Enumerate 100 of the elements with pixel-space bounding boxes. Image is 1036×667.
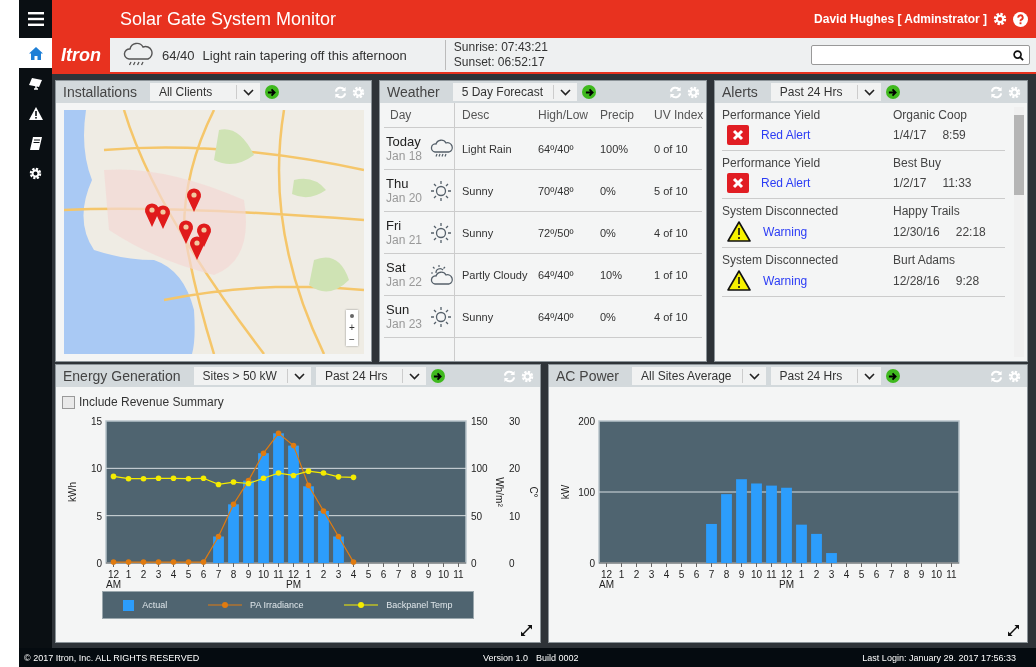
axis-title: kWh (67, 482, 78, 502)
alert-time: 8:59 (942, 128, 966, 142)
tick-label: 3 (648, 569, 655, 580)
version-text: Version 1.0 (483, 652, 529, 663)
dropdown[interactable]: Past 24 Hrs (770, 367, 881, 385)
tick-label: 0 (96, 558, 102, 569)
tick-label: 9 (918, 569, 925, 580)
tick-label: 150 (471, 416, 488, 427)
axis-title: C° (528, 486, 539, 498)
tick-label: 4 (843, 569, 850, 580)
tick-label: 9 (245, 569, 252, 580)
tick-label: 5 (858, 569, 865, 580)
dropdown[interactable]: Past 24 Hrs (770, 83, 881, 101)
panel-title: AC Power (556, 368, 620, 384)
sunrise-text: Sunrise: 07:43:21 (453, 40, 548, 55)
build-text: Build 0002 (536, 652, 579, 663)
tick-label: 0 (471, 558, 477, 569)
tick-label: 10 (90, 463, 102, 475)
sunset-text: Sunset: 06:52:17 (453, 55, 546, 70)
tick-label: 2 (140, 569, 147, 580)
tick-label: 12 PM (286, 569, 301, 590)
alert-time: 9:28 (955, 273, 980, 288)
tick-label: 4 (663, 569, 670, 580)
tick-label: 1 (618, 569, 625, 580)
table-cell-text: 4 of 10 (653, 310, 689, 323)
day-date: Jan 21 (386, 233, 424, 247)
dropdown[interactable]: All Clients (149, 83, 260, 101)
table-cell-text: 64º/40º (538, 310, 575, 323)
panel-title: Installations (63, 84, 137, 100)
alert-status-link[interactable]: Red Alert (761, 128, 811, 142)
alert-status-link[interactable]: Red Alert (761, 176, 811, 190)
legend-label: Actual (142, 600, 168, 610)
tick-label: 10 (437, 569, 450, 580)
tick-label: 11 (453, 569, 464, 580)
tick-label: 8 (230, 569, 237, 580)
logo: Itron (60, 43, 102, 67)
tick-label: 100 (578, 487, 595, 498)
zoom-out-button[interactable]: − (346, 334, 358, 346)
axis-title: kW (560, 484, 571, 500)
tick-label: 3 (828, 569, 835, 580)
tick-label: 9 (425, 569, 432, 580)
axis-title: Wh/m² (494, 477, 505, 507)
tick-label: 1 (798, 569, 805, 580)
site-name: Happy Trails (893, 204, 961, 218)
tick-label: 1 (305, 569, 312, 580)
tick-label: 200 (578, 416, 595, 427)
dropdown[interactable]: Sites > 50 kW (193, 367, 311, 385)
tick-label: 50 (471, 510, 483, 522)
user-name: David Hughes [ Adminstrator ] (814, 12, 987, 26)
dropdown[interactable]: 5 Day Forecast (452, 83, 578, 101)
tick-label: 10 (509, 510, 521, 522)
tick-label: 3 (155, 569, 162, 580)
alert-time: 22:18 (955, 224, 986, 239)
day-name: Sat (386, 260, 407, 275)
zoom-in-button[interactable]: + (346, 322, 358, 334)
table-cell-text: 70º/48º (538, 184, 575, 197)
panel-title: Weather (387, 84, 440, 100)
tick-label: 5 (678, 569, 685, 580)
tick-label: 6 (873, 569, 880, 580)
day-date: Jan 18 (386, 149, 424, 163)
tick-label: 3 (335, 569, 342, 580)
tick-label: 11 (766, 569, 777, 580)
tick-label: 2 (320, 569, 327, 580)
dropdown[interactable]: Past 24 Hrs (315, 367, 426, 385)
day-date: Jan 23 (386, 317, 424, 331)
site-name: Best Buy (893, 156, 943, 170)
legend-label: PA Irradiance (250, 600, 304, 610)
site-name: Burt Adams (893, 253, 957, 267)
column-header: Desc (461, 108, 491, 122)
panel-title: Energy Generation (63, 368, 181, 384)
day-date: Jan 20 (386, 191, 424, 205)
last-login-text: Last Login: January 29. 2017 17:56:33 (862, 652, 1016, 663)
tick-label: 10 (257, 569, 270, 580)
tick-label: 6 (380, 569, 387, 580)
forecast-text: Light rain tapering off this afternoon (202, 47, 407, 63)
tick-label: 12 AM (106, 569, 121, 590)
copyright-text: © 2017 Itron, Inc. ALL RIGHTS RESERVED (24, 652, 200, 663)
tick-label: 4 (170, 569, 177, 580)
alert-date: 1/2/17 (893, 176, 927, 190)
alert-status-link[interactable]: Warning (763, 224, 808, 239)
table-cell-text: Partly Cloudy (461, 268, 529, 281)
day-date: Jan 22 (386, 275, 424, 289)
tick-label: 2 (813, 569, 820, 580)
tick-label: 6 (200, 569, 207, 580)
dropdown[interactable]: All Sites Average (632, 367, 766, 385)
tick-label: 12 AM (599, 569, 614, 590)
panel-title: Alerts (722, 84, 758, 100)
alert-status-link[interactable]: Warning (763, 273, 808, 288)
tick-label: 7 (395, 569, 402, 580)
legend-label: Backpanel Temp (386, 600, 453, 610)
alert-time: 11:33 (942, 176, 972, 190)
tick-label: 0 (509, 558, 515, 569)
tick-label: 12 PM (779, 569, 794, 590)
tick-label: 1 (125, 569, 132, 580)
tick-label: 8 (410, 569, 417, 580)
tick-label: 7 (708, 569, 715, 580)
tick-label: 10 (750, 569, 763, 580)
alert-date: 12/30/16 (893, 224, 940, 239)
table-cell-text: Sunny (461, 184, 495, 197)
checkbox-label: Include Revenue Summary (79, 395, 224, 409)
